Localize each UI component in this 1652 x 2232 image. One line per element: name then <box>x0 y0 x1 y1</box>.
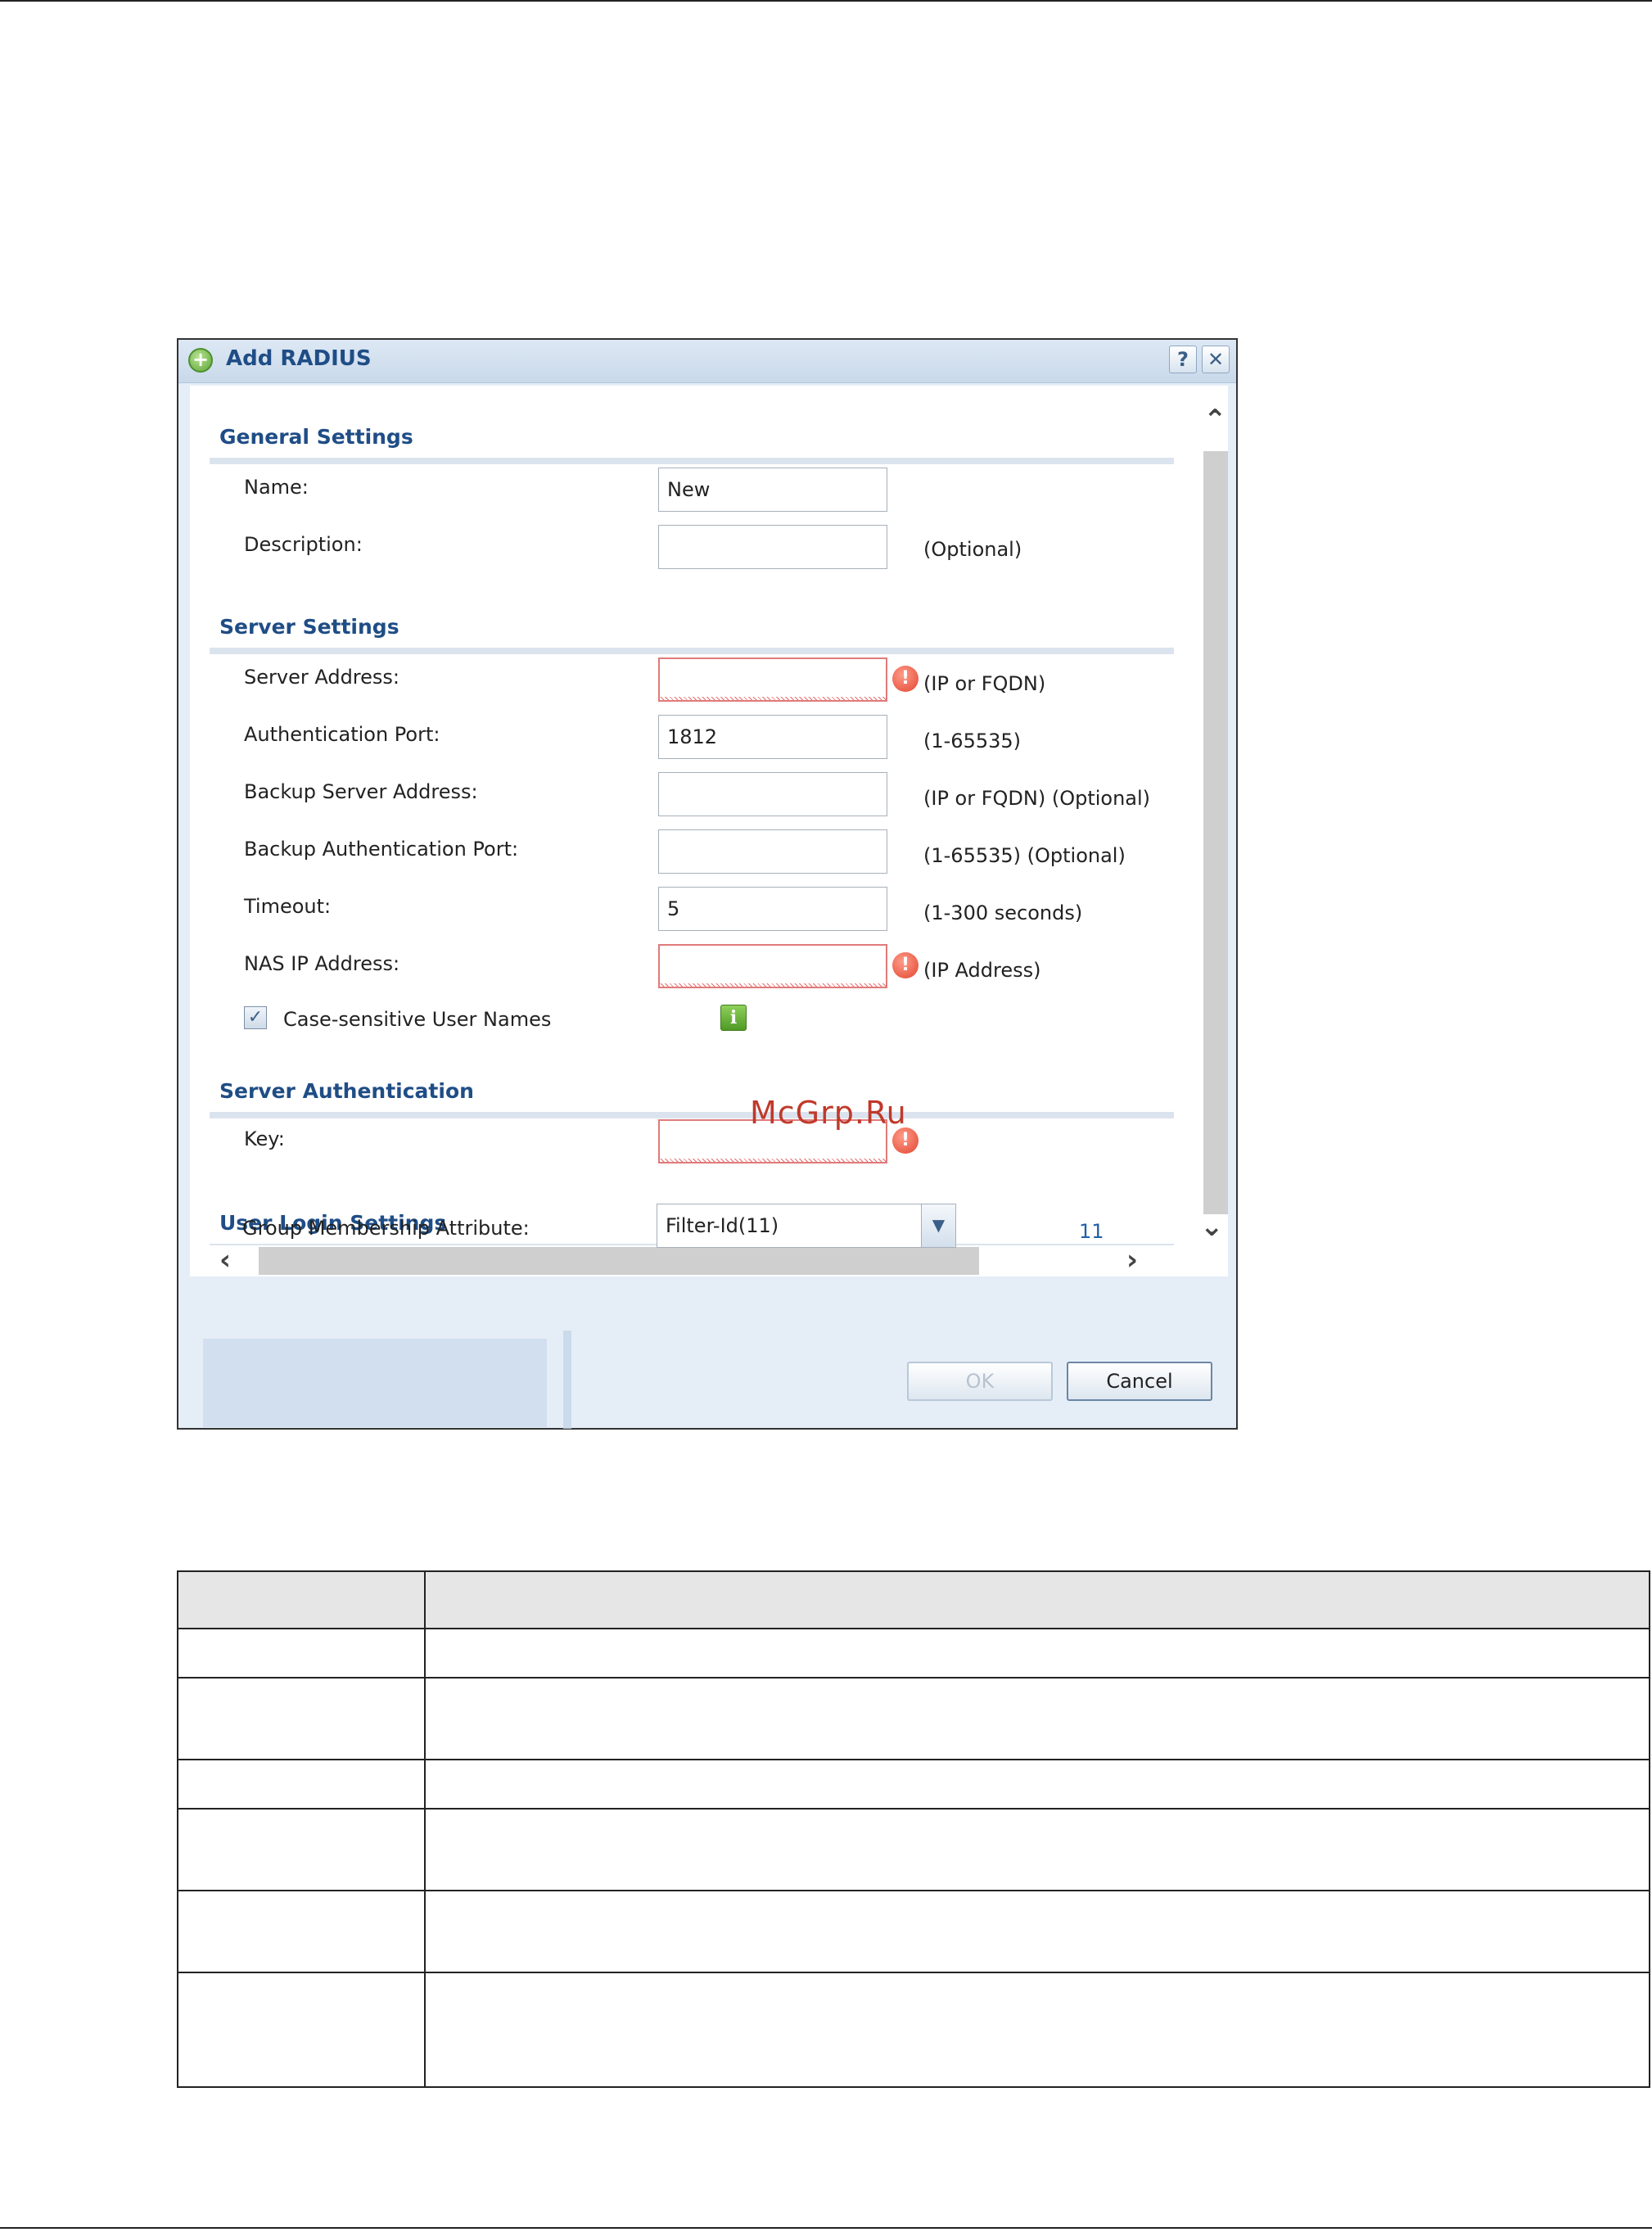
ok-button[interactable]: OK <box>907 1362 1053 1401</box>
description-label: Description: <box>244 533 363 556</box>
dialog-content: General Settings Name: New Description: … <box>190 386 1228 1245</box>
section-divider <box>210 648 1174 654</box>
table-cell <box>177 1890 426 1973</box>
timeout-label: Timeout: <box>244 895 332 918</box>
backup-port-hint: (1-65535) (Optional) <box>923 844 1126 867</box>
table-cell <box>424 1890 1650 1973</box>
server-address-hint: (IP or FQDN) <box>923 672 1046 695</box>
backup-server-field[interactable] <box>658 772 887 816</box>
table-cell <box>424 1628 1650 1679</box>
table-cell <box>424 1972 1650 2088</box>
auth-port-hint: (1-65535) <box>923 730 1022 752</box>
table-row <box>177 1808 1650 1891</box>
timeout-field[interactable]: 5 <box>658 887 887 931</box>
section-title-server: Server Settings <box>219 615 399 639</box>
table-cell <box>177 1677 426 1760</box>
table-cell <box>177 1628 426 1679</box>
table-cell <box>177 1759 426 1810</box>
error-icon: ! <box>892 1127 919 1154</box>
description-field[interactable] <box>658 525 887 569</box>
error-icon: ! <box>892 666 919 692</box>
table-row <box>177 1628 1650 1679</box>
group-attr-select[interactable]: Filter-Id(11) ▼ <box>657 1204 956 1248</box>
dialog-title: Add RADIUS <box>226 346 372 371</box>
table-row <box>177 1759 1650 1810</box>
page-bottom-rule <box>0 2227 1652 2229</box>
background-panel <box>203 1339 547 1427</box>
info-icon[interactable]: i <box>720 1005 747 1031</box>
name-label: Name: <box>244 476 309 499</box>
help-icon[interactable]: ? <box>1169 346 1197 373</box>
name-field[interactable]: New <box>658 468 887 512</box>
backup-port-label: Backup Authentication Port: <box>244 838 519 861</box>
group-attr-number[interactable]: 11 <box>1079 1220 1104 1243</box>
auth-port-field[interactable]: 1812 <box>658 715 887 759</box>
vertical-scroll-thumb[interactable] <box>1203 451 1228 1214</box>
timeout-hint: (1-300 seconds) <box>923 901 1083 924</box>
group-membership-row: Group Membership Attribute: Filter-Id(11… <box>188 1202 1226 1276</box>
section-title-auth: Server Authentication <box>219 1079 474 1103</box>
table-header-row <box>177 1570 1650 1629</box>
background-divider <box>563 1331 571 1429</box>
table-header-cell <box>424 1570 1650 1629</box>
group-attr-label: Group Membership Attribute: <box>242 1217 530 1240</box>
table-cell <box>424 1808 1650 1891</box>
table-row <box>177 1972 1650 2088</box>
table-cell <box>177 1972 426 2088</box>
section-title-general: General Settings <box>219 425 413 449</box>
section-divider <box>210 1112 1174 1118</box>
scroll-down-icon[interactable]: ⌄ <box>1200 1210 1224 1243</box>
table-header-cell <box>177 1570 426 1629</box>
scroll-up-icon[interactable]: ⌃ <box>1203 404 1227 436</box>
chevron-down-icon[interactable]: ▼ <box>921 1204 955 1247</box>
server-address-label: Server Address: <box>244 666 399 689</box>
nas-ip-hint: (IP Address) <box>923 959 1041 982</box>
backup-server-hint: (IP or FQDN) (Optional) <box>923 787 1151 810</box>
group-attr-value: Filter-Id(11) <box>666 1214 779 1237</box>
dialog-titlebar: + Add RADIUS ? ✕ <box>178 340 1236 383</box>
table-row <box>177 1677 1650 1760</box>
add-circle-icon: + <box>188 348 213 373</box>
case-sensitive-label: Case-sensitive User Names <box>283 1008 552 1031</box>
server-address-field[interactable] <box>658 657 887 702</box>
table-cell <box>424 1759 1650 1810</box>
description-hint: (Optional) <box>923 538 1022 561</box>
auth-port-label: Authentication Port: <box>244 723 440 746</box>
backup-server-label: Backup Server Address: <box>244 780 478 803</box>
page-top-rule <box>0 0 1652 2</box>
watermark: McGrp.Ru <box>750 1095 907 1131</box>
vertical-scrollbar[interactable]: ⌃ <box>1202 386 1228 1245</box>
key-label: Key: <box>244 1127 285 1150</box>
case-sensitive-checkbox[interactable]: ✓ <box>244 1006 267 1029</box>
table-cell <box>177 1808 426 1891</box>
error-icon: ! <box>892 952 919 978</box>
backup-port-field[interactable] <box>658 829 887 874</box>
description-table <box>177 1570 1650 2088</box>
table-row <box>177 1890 1650 1973</box>
table-cell <box>424 1677 1650 1760</box>
nas-ip-field[interactable] <box>658 944 887 988</box>
close-icon[interactable]: ✕ <box>1202 346 1230 373</box>
cancel-button[interactable]: Cancel <box>1067 1362 1212 1401</box>
nas-ip-label: NAS IP Address: <box>244 952 400 975</box>
section-divider <box>210 458 1174 464</box>
